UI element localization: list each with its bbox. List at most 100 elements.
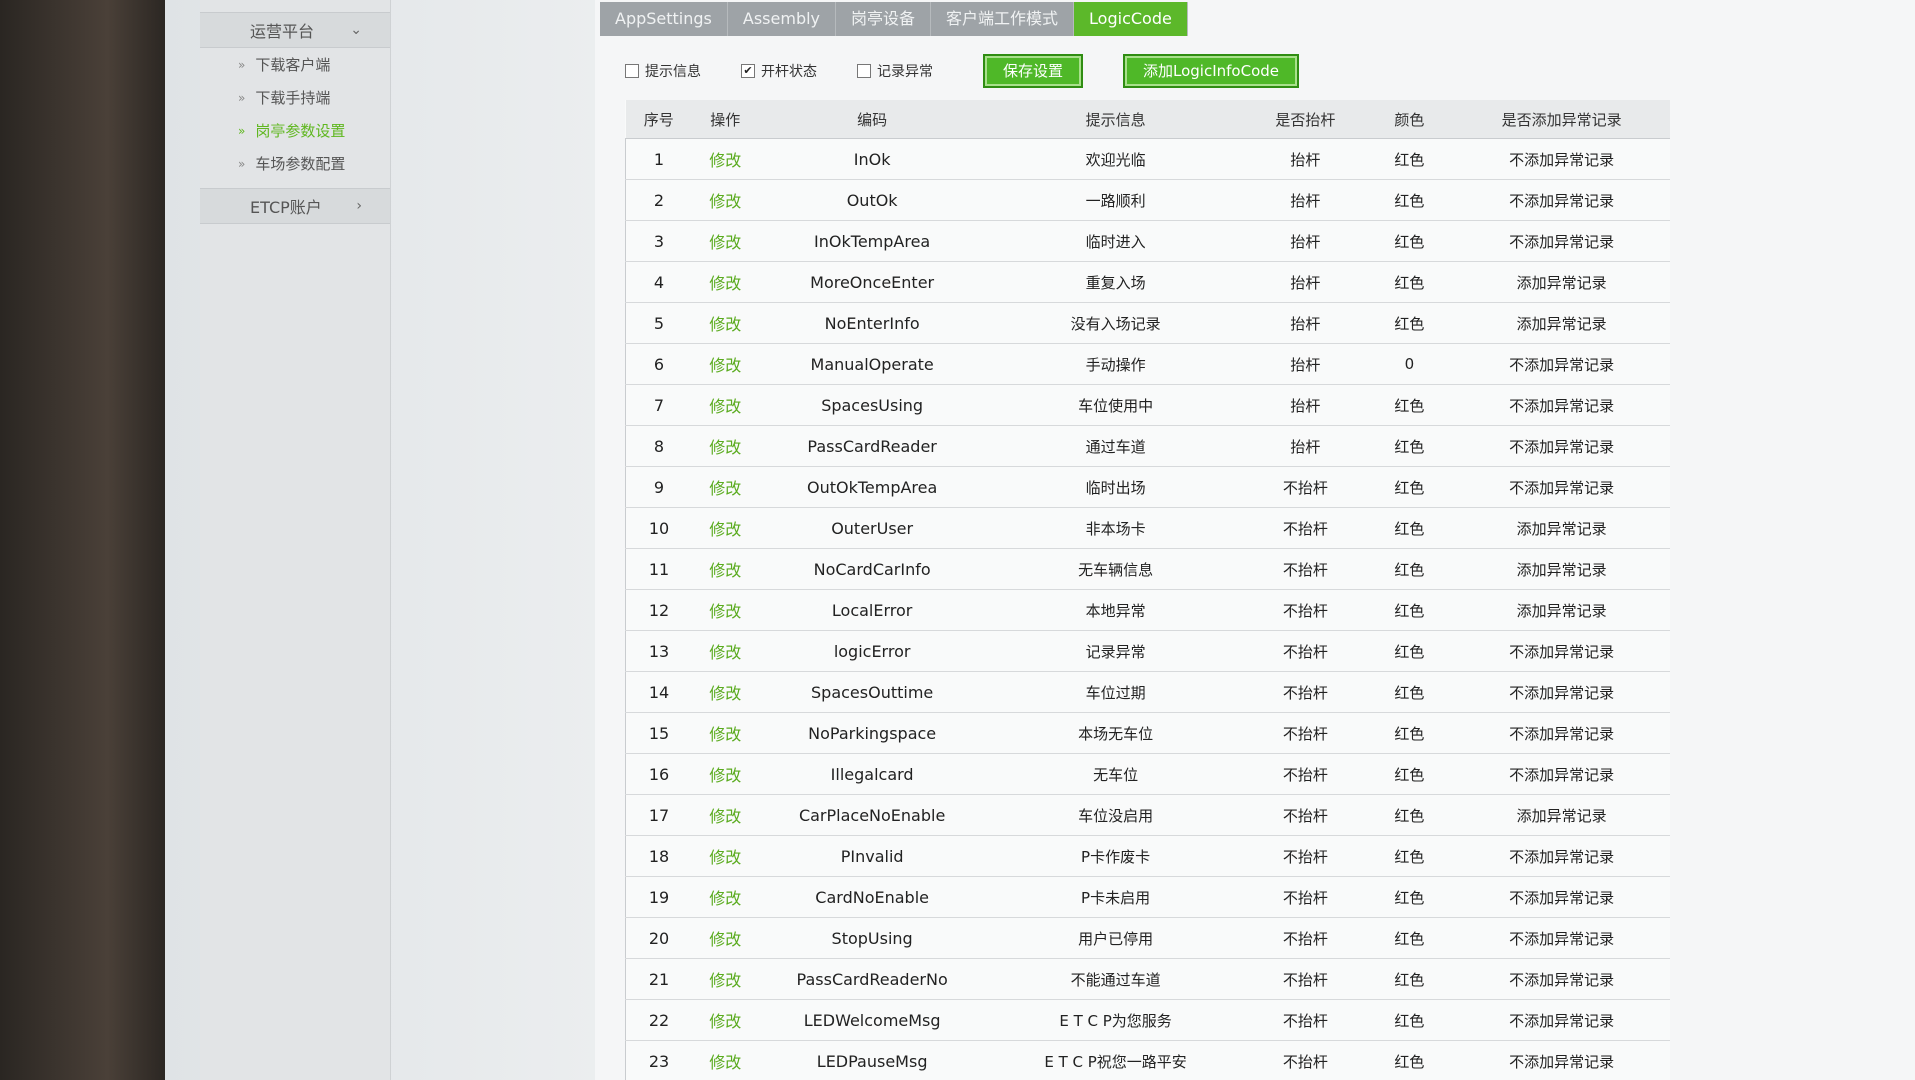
edit-link[interactable]: 修改 xyxy=(691,384,759,426)
edit-link[interactable]: 修改 xyxy=(691,425,759,467)
cell-exception: 不添加异常记录 xyxy=(1453,630,1670,672)
cell-prompt: 车位没启用 xyxy=(985,794,1246,836)
table-header-row: 序号 操作 编码 提示信息 是否抬杆 颜色 是否添加异常记录 xyxy=(625,100,1670,139)
cell-lift: 不抬杆 xyxy=(1245,671,1366,713)
table-row: 16 修改 Illegalcard 无车位 不抬杆 红色 不添加异常记录 xyxy=(624,753,1670,795)
edit-link[interactable]: 修改 xyxy=(691,876,759,918)
col-header-color: 颜色 xyxy=(1365,100,1454,139)
cell-color: 红色 xyxy=(1365,917,1454,959)
tab-logiccode[interactable]: LogicCode xyxy=(1074,2,1188,36)
checkbox-box[interactable] xyxy=(625,64,639,78)
cell-exception: 不添加异常记录 xyxy=(1453,466,1670,508)
cell-color: 红色 xyxy=(1365,261,1454,303)
cell-prompt: E T C P祝您一路平安 xyxy=(985,1040,1246,1080)
cell-lift: 不抬杆 xyxy=(1245,917,1366,959)
table-body: 1 修改 InOk 欢迎光临 抬杆 红色 不添加异常记录 2 修改 OutOk 一路顺利 抬杆 红色 不添… xyxy=(624,138,1670,1080)
edit-link[interactable]: 修改 xyxy=(691,507,759,549)
checkbox-box-checked[interactable]: ✔ xyxy=(741,64,755,78)
checkbox-log-exception[interactable]: 记录异常 xyxy=(857,61,933,81)
cell-lift: 不抬杆 xyxy=(1245,1040,1366,1080)
cell-index: 6 xyxy=(624,343,692,385)
edit-link[interactable]: 修改 xyxy=(691,999,759,1041)
sidebar-group-etcp[interactable]: ETCP账户 › xyxy=(200,188,390,224)
checkbox-prompt-info[interactable]: 提示信息 xyxy=(625,61,701,81)
cell-color: 红色 xyxy=(1365,466,1454,508)
cell-lift: 不抬杆 xyxy=(1245,958,1366,1000)
cell-color: 红色 xyxy=(1365,507,1454,549)
table-row: 6 修改 ManualOperate 手动操作 抬杆 0 不添加异常记录 xyxy=(624,343,1670,385)
edit-link[interactable]: 修改 xyxy=(691,753,759,795)
edit-link[interactable]: 修改 xyxy=(691,917,759,959)
cell-code: MoreOnceEnter xyxy=(758,261,986,303)
cell-code: LEDPauseMsg xyxy=(758,1040,986,1080)
cell-exception: 不添加异常记录 xyxy=(1453,671,1670,713)
cell-color: 红色 xyxy=(1365,589,1454,631)
table-row: 14 修改 SpacesOuttime 车位过期 不抬杆 红色 不添加异常记录 xyxy=(624,671,1670,713)
sidebar-group-ops-platform[interactable]: 运营平台 ⌄ xyxy=(200,12,390,48)
cell-exception: 添加异常记录 xyxy=(1453,302,1670,344)
edit-link[interactable]: 修改 xyxy=(691,179,759,221)
edit-link[interactable]: 修改 xyxy=(691,548,759,590)
cell-color: 红色 xyxy=(1365,548,1454,590)
cell-exception: 不添加异常记录 xyxy=(1453,425,1670,467)
cell-color: 红色 xyxy=(1365,712,1454,754)
checkbox-box[interactable] xyxy=(857,64,871,78)
tab-appsettings[interactable]: AppSettings xyxy=(600,2,728,36)
cell-prompt: 不能通过车道 xyxy=(985,958,1246,1000)
cell-exception: 不添加异常记录 xyxy=(1453,343,1670,385)
edit-link[interactable]: 修改 xyxy=(691,1040,759,1080)
table-row: 12 修改 LocalError 本地异常 不抬杆 红色 添加异常记录 xyxy=(624,589,1670,631)
cell-prompt: P卡作废卡 xyxy=(985,835,1246,877)
cell-exception: 不添加异常记录 xyxy=(1453,179,1670,221)
sidebar-item-parking-config[interactable]: » 车场参数配置 xyxy=(200,147,390,180)
edit-link[interactable]: 修改 xyxy=(691,589,759,631)
edit-link[interactable]: 修改 xyxy=(691,630,759,672)
cell-exception: 不添加异常记录 xyxy=(1453,835,1670,877)
cell-exception: 不添加异常记录 xyxy=(1453,712,1670,754)
cell-index: 2 xyxy=(624,179,692,221)
edit-link[interactable]: 修改 xyxy=(691,220,759,262)
table-row: 18 修改 PInvalid P卡作废卡 不抬杆 红色 不添加异常记录 xyxy=(624,835,1670,877)
sidebar-item-download-client[interactable]: » 下载客户端 xyxy=(200,48,390,81)
edit-link[interactable]: 修改 xyxy=(691,302,759,344)
table-row: 10 修改 OuterUser 非本场卡 不抬杆 红色 添加异常记录 xyxy=(624,507,1670,549)
cell-prompt: 手动操作 xyxy=(985,343,1246,385)
edit-link[interactable]: 修改 xyxy=(691,794,759,836)
edit-link[interactable]: 修改 xyxy=(691,138,759,180)
cell-code: OutOk xyxy=(758,179,986,221)
edit-link[interactable]: 修改 xyxy=(691,958,759,1000)
cell-lift: 不抬杆 xyxy=(1245,589,1366,631)
sidebar-item-download-handheld[interactable]: » 下载手持端 xyxy=(200,81,390,114)
edit-link[interactable]: 修改 xyxy=(691,343,759,385)
cell-prompt: 没有入场记录 xyxy=(985,302,1246,344)
edit-link[interactable]: 修改 xyxy=(691,671,759,713)
cell-code: OutOkTempArea xyxy=(758,466,986,508)
table-row: 3 修改 InOkTempArea 临时进入 抬杆 红色 不添加异常记录 xyxy=(624,220,1670,262)
sidebar-item-booth-settings[interactable]: » 岗亭参数设置 xyxy=(200,114,390,147)
checkbox-gate-state[interactable]: ✔ 开杆状态 xyxy=(741,61,817,81)
tab-bar: AppSettings Assembly 岗亭设备 客户端工作模式 LogicC… xyxy=(600,2,1188,36)
col-header-prompt: 提示信息 xyxy=(985,100,1246,139)
screen: 运营平台 ⌄ » 下载客户端 » 下载手持端 » 岗亭参数设置 » 车场参数配置… xyxy=(165,0,1915,1080)
cell-color: 红色 xyxy=(1365,630,1454,672)
save-settings-button[interactable]: 保存设置 xyxy=(983,54,1084,88)
edit-link[interactable]: 修改 xyxy=(691,835,759,877)
add-logicinfocode-button[interactable]: 添加LogicInfoCode xyxy=(1123,54,1300,88)
cell-exception: 添加异常记录 xyxy=(1453,548,1670,590)
edit-link[interactable]: 修改 xyxy=(691,712,759,754)
cell-code: PassCardReader xyxy=(758,425,986,467)
cell-code: LocalError xyxy=(758,589,986,631)
cell-color: 红色 xyxy=(1365,179,1454,221)
cell-color: 红色 xyxy=(1365,753,1454,795)
tab-client-mode[interactable]: 客户端工作模式 xyxy=(931,2,1075,36)
edit-link[interactable]: 修改 xyxy=(691,261,759,303)
table-row: 20 修改 StopUsing 用户已停用 不抬杆 红色 不添加异常记录 xyxy=(624,917,1670,959)
toolbar: 提示信息 ✔ 开杆状态 记录异常 保存设置 添加LogicInfoCode xyxy=(625,54,1300,88)
tab-assembly[interactable]: Assembly xyxy=(728,2,837,36)
cell-code: ManualOperate xyxy=(758,343,986,385)
tab-booth-devices[interactable]: 岗亭设备 xyxy=(836,2,932,36)
cell-index: 11 xyxy=(624,548,692,590)
edit-link[interactable]: 修改 xyxy=(691,466,759,508)
cell-exception: 不添加异常记录 xyxy=(1453,958,1670,1000)
cell-lift: 抬杆 xyxy=(1245,384,1366,426)
